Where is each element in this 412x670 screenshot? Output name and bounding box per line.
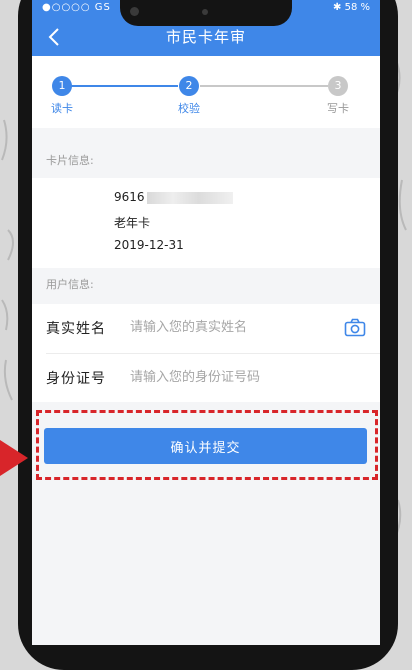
carrier-signal: ●○○○○ GS	[42, 2, 111, 13]
card-info-heading: 卡片信息:	[32, 144, 380, 178]
card-info-panel: 卡号: 9616 卡种: 老年卡 有效期: 2019-12-31	[32, 178, 380, 268]
phone-notch	[120, 0, 292, 26]
step-label: 校验	[178, 102, 200, 115]
card-type: 老年卡	[114, 216, 151, 230]
battery-level: ✱ 58 %	[333, 2, 370, 13]
user-info-heading: 用户信息:	[32, 268, 380, 302]
step-label: 读卡	[51, 102, 73, 115]
redacted-number	[146, 191, 233, 204]
id-label: 身份证号	[46, 371, 106, 387]
step-number: 3	[328, 76, 348, 96]
step-read-card: 1 读卡	[32, 76, 92, 116]
step-number: 2	[179, 76, 199, 96]
phone-screen: ●○○○○ GS ✱ 58 % 市民卡年审 1 读卡 2 校验 3 写卡 卡片信…	[32, 0, 380, 645]
name-label: 真实姓名	[46, 321, 106, 337]
card-number: 9616	[114, 190, 145, 204]
camera-icon	[344, 318, 366, 337]
submit-button[interactable]: 确认并提交	[44, 428, 367, 464]
camera-button[interactable]	[344, 318, 366, 338]
step-write-card: 3 写卡	[308, 76, 368, 116]
name-row: 真实姓名	[32, 304, 380, 354]
id-number-input[interactable]	[130, 364, 330, 390]
expiry-date: 2019-12-31	[114, 238, 184, 252]
step-label: 写卡	[327, 102, 349, 115]
red-arrow-icon	[0, 440, 28, 476]
id-row: 身份证号	[32, 354, 380, 402]
progress-steps: 1 读卡 2 校验 3 写卡	[32, 56, 380, 128]
bluetooth-icon: ✱	[333, 2, 342, 13]
camera-lens	[130, 7, 139, 16]
step-verify: 2 校验	[159, 76, 219, 116]
page-title: 市民卡年审	[165, 28, 246, 46]
sensor-dot	[202, 9, 208, 15]
step-number: 1	[52, 76, 72, 96]
user-info-form: 真实姓名 身份证号	[32, 304, 380, 402]
name-input[interactable]	[130, 314, 330, 340]
